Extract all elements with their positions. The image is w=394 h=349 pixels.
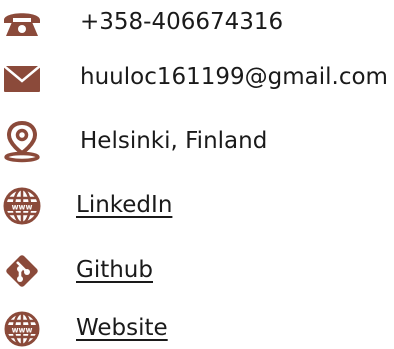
phone-icon (0, 0, 44, 44)
location-text: Helsinki, Finland (80, 128, 268, 154)
git-icon (0, 249, 44, 293)
globe-www-icon: www (0, 309, 44, 349)
website-link[interactable]: Website (76, 313, 168, 343)
linkedin-link[interactable]: LinkedIn (76, 190, 172, 220)
contact-item-website: www Website (0, 309, 394, 349)
contact-item-phone: +358-406674316 (0, 0, 394, 44)
contact-item-email: huuloc161199@gmail.com (0, 56, 394, 100)
svg-text:www: www (12, 326, 33, 335)
contact-item-github: Github (0, 249, 394, 293)
contact-item-linkedin: www LinkedIn (0, 184, 394, 228)
github-link[interactable]: Github (76, 255, 153, 285)
globe-www-icon: www (0, 184, 44, 228)
location-pin-icon (0, 119, 44, 163)
email-address: huuloc161199@gmail.com (80, 64, 388, 90)
email-icon (0, 56, 44, 100)
contact-item-location: Helsinki, Finland (0, 119, 394, 163)
svg-text:www: www (12, 203, 33, 212)
phone-number: +358-406674316 (80, 9, 284, 35)
